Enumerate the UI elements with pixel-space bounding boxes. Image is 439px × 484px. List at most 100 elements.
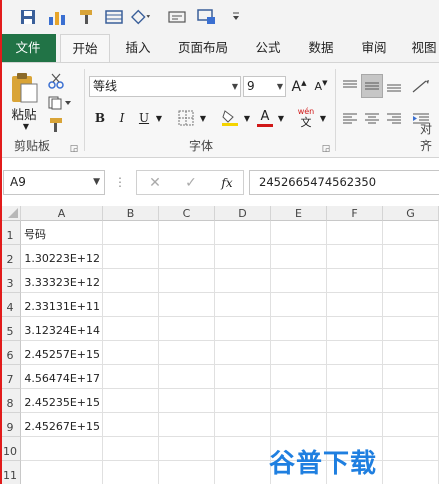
cell-a10[interactable] (21, 437, 103, 461)
grid-cell[interactable] (215, 317, 271, 341)
grid-cell[interactable] (271, 221, 327, 245)
shrink-font-button[interactable]: A ▼ (312, 76, 330, 97)
grid-cell[interactable] (103, 413, 159, 437)
align-top-icon[interactable] (341, 76, 359, 96)
cell-a6[interactable]: 2.45257E+15 (21, 341, 103, 365)
grid-cell[interactable] (271, 293, 327, 317)
align-middle-icon[interactable] (361, 74, 383, 98)
tab-file[interactable]: 文件 (0, 34, 56, 62)
cell-a11[interactable] (21, 461, 103, 484)
grid-cell[interactable] (159, 293, 215, 317)
grid-cell[interactable] (103, 245, 159, 269)
grid-cell[interactable] (327, 365, 383, 389)
align-center-icon[interactable] (363, 109, 381, 129)
dialog-launcher-icon[interactable]: ◲ (68, 143, 80, 155)
grid-cell[interactable] (215, 413, 271, 437)
tab-home[interactable]: 开始 (60, 34, 110, 63)
orientation-icon[interactable] (410, 76, 432, 96)
row-header[interactable]: 3 (0, 269, 21, 293)
bold-button[interactable]: B (92, 107, 108, 129)
grid-cell[interactable] (215, 245, 271, 269)
cell-a2[interactable]: 1.30223E+12 (21, 245, 103, 269)
cell-a1[interactable]: 号码 (21, 221, 103, 245)
format-painter-icon[interactable] (45, 115, 67, 135)
grid-cell[interactable] (271, 317, 327, 341)
row-header[interactable]: 11 (0, 461, 21, 484)
row-header[interactable]: 2 (0, 245, 21, 269)
column-header-f[interactable]: F (327, 206, 383, 221)
grid-cell[interactable] (215, 389, 271, 413)
column-header-b[interactable]: B (103, 206, 159, 221)
row-header[interactable]: 1 (0, 221, 21, 245)
save-icon[interactable] (18, 7, 38, 27)
grid-cell[interactable] (383, 317, 439, 341)
grid-cell[interactable] (383, 269, 439, 293)
grid-cell[interactable] (103, 461, 159, 484)
underline-dropdown-icon[interactable]: ▼ (154, 111, 164, 125)
phonetic-guide-button[interactable]: wén 文 (296, 105, 316, 131)
enter-icon[interactable]: ✓ (181, 173, 201, 193)
column-header-a[interactable]: A (21, 206, 103, 221)
font-color-button[interactable]: A (256, 107, 274, 129)
borders-icon[interactable] (175, 107, 197, 129)
shape-icon[interactable] (131, 7, 151, 27)
grid-cell[interactable] (383, 341, 439, 365)
table-icon[interactable] (104, 7, 124, 27)
grid-cell[interactable] (103, 317, 159, 341)
grid-cell[interactable] (103, 389, 159, 413)
row-header[interactable]: 10 (0, 437, 21, 461)
row-header[interactable]: 8 (0, 389, 21, 413)
grid-cell[interactable] (327, 221, 383, 245)
cell-a4[interactable]: 2.33131E+11 (21, 293, 103, 317)
tab-view[interactable]: 视图 (404, 34, 439, 62)
paste-button[interactable]: 粘贴 (9, 105, 39, 122)
grid-cell[interactable] (327, 389, 383, 413)
grid-cell[interactable] (383, 365, 439, 389)
select-all-corner[interactable] (0, 206, 21, 221)
grid-cell[interactable] (103, 293, 159, 317)
grid-cell[interactable] (271, 269, 327, 293)
cell-a9[interactable]: 2.45267E+15 (21, 413, 103, 437)
label-icon[interactable] (167, 7, 187, 27)
tab-insert[interactable]: 插入 (115, 34, 161, 62)
borders-dropdown-icon[interactable]: ▼ (198, 111, 208, 125)
cell-a8[interactable]: 2.45235E+15 (21, 389, 103, 413)
grid-cell[interactable] (327, 413, 383, 437)
grid-cell[interactable] (103, 365, 159, 389)
font-size-select[interactable]: 9 ▼ (243, 76, 286, 97)
format-painter-icon[interactable] (77, 7, 97, 27)
dialog-launcher-icon[interactable]: ◲ (320, 143, 332, 155)
fill-color-icon[interactable] (219, 107, 241, 129)
cell-a5[interactable]: 3.12324E+14 (21, 317, 103, 341)
grid-cell[interactable] (159, 389, 215, 413)
grid-cell[interactable] (159, 365, 215, 389)
grid-cell[interactable] (271, 413, 327, 437)
grid-cell[interactable] (327, 245, 383, 269)
grid-cell[interactable] (159, 317, 215, 341)
grid-cell[interactable] (383, 389, 439, 413)
row-header[interactable]: 5 (0, 317, 21, 341)
row-header[interactable]: 7 (0, 365, 21, 389)
grid-cell[interactable] (327, 341, 383, 365)
screen-icon[interactable] (197, 7, 217, 27)
grid-cell[interactable] (159, 413, 215, 437)
align-right-icon[interactable] (385, 109, 403, 129)
paste-dropdown-icon[interactable]: ▼ (20, 121, 32, 131)
grid-cell[interactable] (327, 293, 383, 317)
grid-cell[interactable] (271, 245, 327, 269)
grid-cell[interactable] (327, 269, 383, 293)
tab-formulas[interactable]: 公式 (245, 34, 291, 62)
copy-icon[interactable] (45, 93, 75, 113)
underline-button[interactable]: U (136, 107, 152, 129)
name-box[interactable]: A9 ▼ (3, 170, 105, 195)
grid-cell[interactable] (215, 365, 271, 389)
grid-cell[interactable] (159, 461, 215, 484)
grid-cell[interactable] (271, 341, 327, 365)
cell-a3[interactable]: 3.33323E+12 (21, 269, 103, 293)
grid-cell[interactable] (159, 437, 215, 461)
grid-cell[interactable] (383, 245, 439, 269)
grid-cell[interactable] (159, 269, 215, 293)
paste-icon[interactable] (8, 71, 40, 105)
grid-cell[interactable] (215, 269, 271, 293)
align-bottom-icon[interactable] (385, 76, 403, 96)
